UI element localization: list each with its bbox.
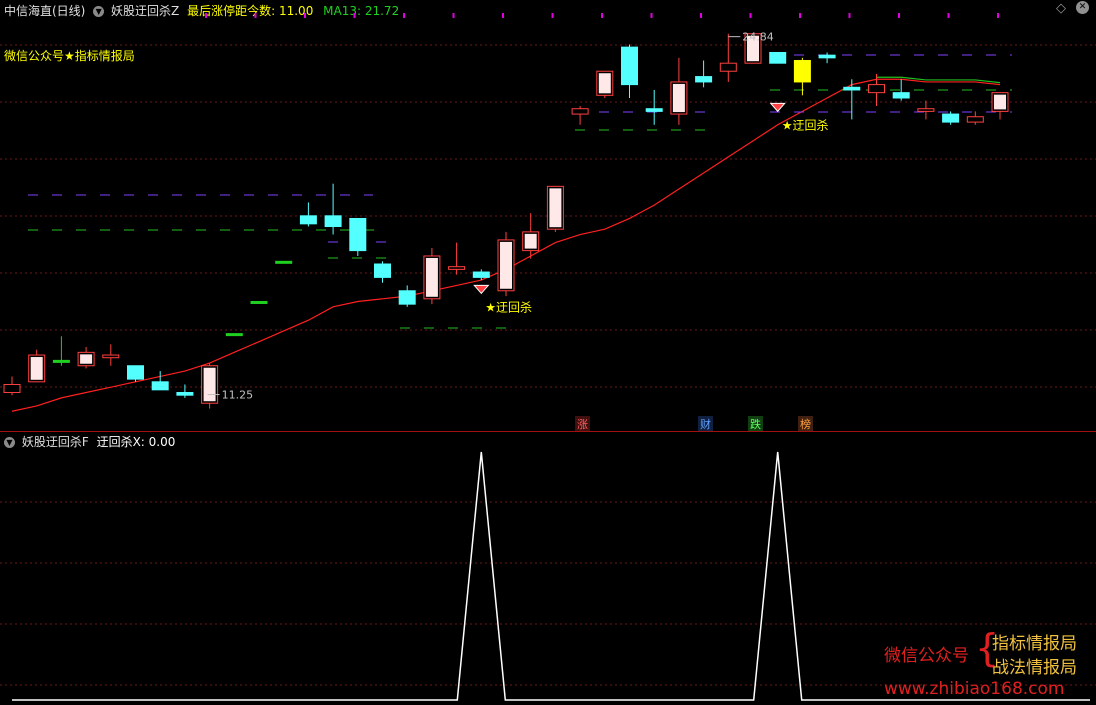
candle-body: [966, 116, 984, 123]
badge-finance[interactable]: 财: [698, 416, 713, 432]
candle-highlight: [549, 188, 562, 228]
candle-body: [868, 84, 885, 94]
top-marker: [749, 13, 752, 18]
candle-highlight: [524, 233, 537, 249]
candle-body: [719, 62, 737, 72]
candle-body: [472, 271, 490, 278]
top-marker: [254, 13, 257, 18]
candle-body: [645, 108, 663, 112]
candle-body: [892, 92, 910, 99]
candle-body: [621, 46, 638, 86]
candle-body: [349, 217, 367, 252]
top-marker: [452, 13, 455, 18]
candle-highlight: [30, 357, 43, 380]
candle-body: [695, 76, 713, 83]
candle-body: [324, 215, 342, 228]
candle-body: [250, 300, 268, 304]
candle-body: [275, 260, 293, 264]
top-marker: [304, 13, 306, 18]
candle-body: [299, 215, 317, 225]
signal-diamond: [473, 284, 490, 295]
candle-body: [818, 54, 836, 59]
badge-down[interactable]: 跌: [748, 416, 763, 432]
top-marker: [898, 13, 900, 18]
candle-body: [151, 381, 169, 391]
badge-rank[interactable]: 榜: [798, 416, 813, 432]
candle-body: [571, 108, 589, 115]
candle-body: [843, 86, 861, 91]
signal-label: ★迂回杀: [485, 299, 532, 314]
top-marker: [601, 13, 603, 18]
candle-highlight: [425, 257, 438, 297]
low-label: 11.25: [222, 389, 254, 402]
top-marker: [551, 13, 554, 18]
candle-body: [176, 392, 194, 396]
top-marker: [205, 13, 207, 18]
top-marker: [353, 13, 356, 18]
top-marker: [947, 13, 950, 18]
top-marker: [997, 13, 999, 18]
candle-highlight: [598, 73, 611, 94]
badge-up[interactable]: 涨: [575, 416, 590, 432]
candle-highlight: [994, 94, 1006, 110]
candle-body: [225, 333, 243, 337]
candle-body: [793, 60, 811, 83]
top-marker: [848, 13, 851, 18]
watermark-url: www.zhibiao168.com: [884, 679, 1065, 699]
signal-diamond: [769, 102, 786, 113]
candle-body: [942, 113, 960, 123]
candle-body: [52, 359, 70, 363]
candle-body: [374, 263, 391, 278]
candle-body: [127, 365, 144, 380]
candle-body: [102, 354, 120, 359]
watermark-left: 微信公众号: [884, 646, 969, 666]
candlestick-chart: 24.84 11.25 ★迂回杀 ★迂回杀: [0, 13, 1096, 412]
top-marker: [799, 13, 801, 18]
candle-body: [917, 108, 935, 112]
candle-body: [448, 266, 466, 270]
candle-highlight: [203, 367, 216, 402]
candle-highlight: [672, 83, 685, 113]
candle-body: [3, 383, 21, 394]
top-marker: [700, 13, 702, 18]
top-marker: [403, 13, 405, 18]
watermark-right-top: 指标情报局: [992, 634, 1077, 654]
candle-highlight: [500, 241, 512, 289]
high-label: 24.84: [742, 31, 774, 44]
watermark-right-bottom: 战法情报局: [992, 658, 1077, 678]
top-marker: [650, 13, 653, 18]
signal-label: ★迂回杀: [782, 117, 829, 132]
candle-highlight: [80, 354, 93, 364]
candle-body: [769, 51, 787, 64]
top-marker: [502, 13, 504, 18]
candle-body: [398, 290, 416, 305]
